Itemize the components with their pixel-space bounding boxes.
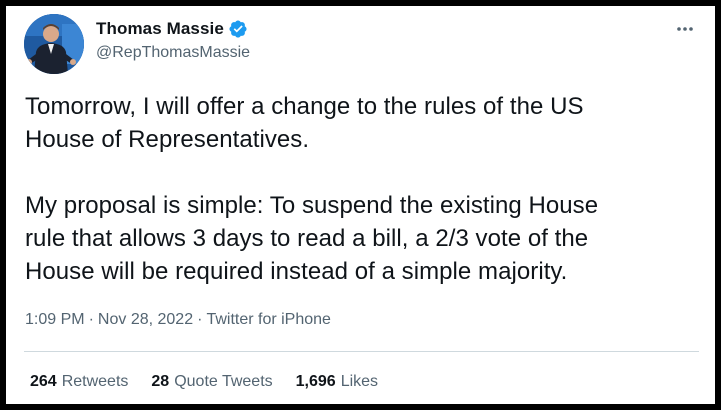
verified-badge-icon	[228, 19, 248, 39]
tweet-text: Tomorrow, I will offer a change to the r…	[25, 93, 599, 285]
avatar-image	[24, 14, 84, 74]
author-name-row: Thomas Massie	[96, 17, 248, 41]
author-handle[interactable]: @RepThomasMassie	[96, 44, 250, 62]
retweets-stat[interactable]: 264 Retweets	[30, 373, 128, 391]
more-options-button[interactable]	[670, 16, 700, 42]
tweet-source[interactable]: Twitter for iPhone	[206, 311, 331, 329]
tweet-metadata: 1:09 PM · Nov 28, 2022 · Twitter for iPh…	[25, 311, 331, 329]
tweet-date[interactable]: Nov 28, 2022	[98, 311, 193, 329]
likes-stat[interactable]: 1,696 Likes	[296, 373, 378, 391]
quote-tweets-count: 28	[151, 373, 170, 390]
retweets-label: Retweets	[61, 373, 129, 390]
tweet-time[interactable]: 1:09 PM	[25, 311, 85, 329]
meta-separator: ·	[197, 311, 203, 328]
meta-separator: ·	[88, 311, 94, 328]
likes-label: Likes	[340, 373, 379, 390]
retweets-count: 264	[30, 373, 57, 390]
quote-tweets-label: Quote Tweets	[174, 373, 273, 390]
tweet-card: Thomas Massie @RepThomasMassie Tomorrow,…	[6, 6, 715, 404]
more-options-icon	[677, 27, 693, 31]
tweet-stats: 264 Retweets 28 Quote Tweets 1,696 Likes	[30, 373, 401, 391]
author-display-name[interactable]: Thomas Massie	[96, 19, 224, 39]
likes-count: 1,696	[295, 373, 336, 390]
quote-tweets-stat[interactable]: 28 Quote Tweets	[151, 373, 272, 391]
avatar[interactable]	[24, 14, 84, 74]
divider	[24, 351, 699, 352]
